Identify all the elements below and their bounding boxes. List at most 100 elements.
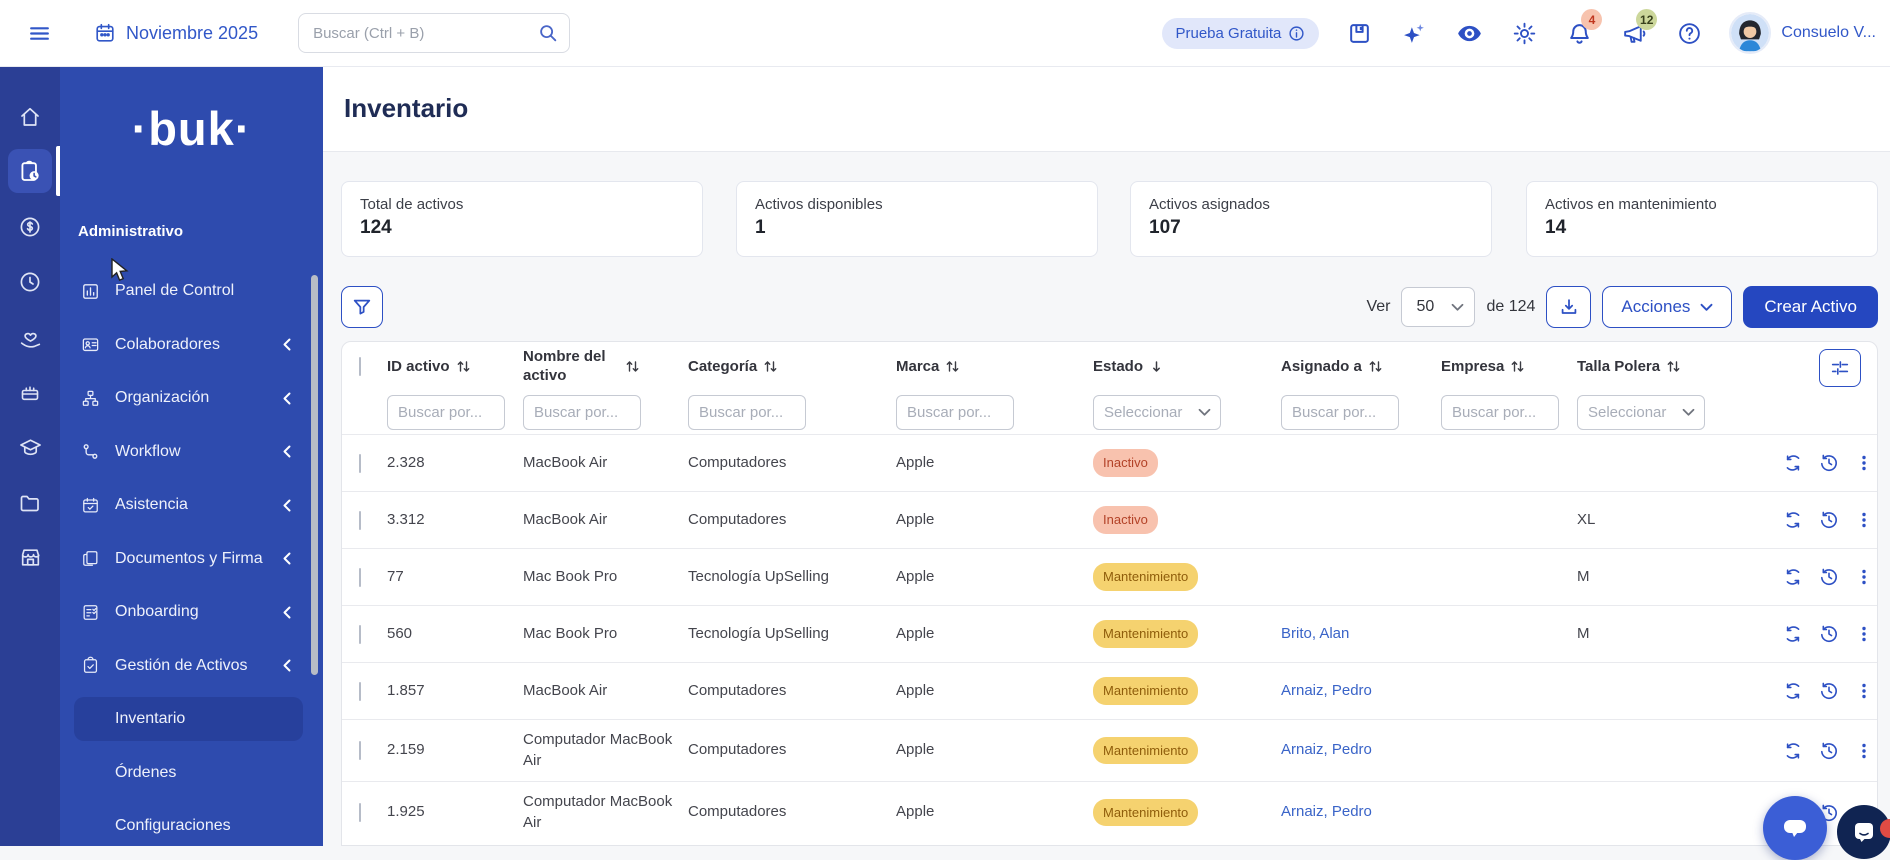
row-history-icon[interactable] <box>1819 510 1839 530</box>
rail-item-hand-heart[interactable] <box>8 317 52 361</box>
row-checkbox[interactable] <box>359 511 361 530</box>
chat-launcher-button[interactable] <box>1763 796 1827 860</box>
sidebar-subitem-ordenes[interactable]: Órdenes <box>74 751 303 795</box>
chevron-left-icon[interactable] <box>282 392 291 405</box>
chevron-left-icon[interactable] <box>282 552 291 565</box>
bookmark-button[interactable] <box>1344 18 1374 48</box>
chevron-left-icon[interactable] <box>282 499 291 512</box>
assigned-link[interactable]: Arnaiz, Pedro <box>1281 741 1372 758</box>
filter-input-id[interactable] <box>387 395 505 430</box>
filter-input-empresa[interactable] <box>1441 395 1559 430</box>
sort-desc-icon[interactable] <box>1150 359 1163 374</box>
page-size-select[interactable]: 50 <box>1401 287 1475 327</box>
rail-item-home[interactable] <box>8 95 52 139</box>
column-header-id[interactable]: ID activo <box>387 358 523 375</box>
row-checkbox[interactable] <box>359 454 361 473</box>
row-checkbox[interactable] <box>359 682 361 701</box>
filter-input-marca[interactable] <box>896 395 1014 430</box>
sidebar-item-panel-de-control[interactable]: Panel de Control <box>60 271 323 311</box>
filter-input-nombre[interactable] <box>523 395 641 430</box>
row-history-icon[interactable] <box>1819 681 1839 701</box>
sidebar-item-colaboradores[interactable]: Colaboradores <box>60 325 323 365</box>
column-header-categoria[interactable]: Categoría <box>688 358 896 375</box>
sort-icon[interactable] <box>626 359 639 374</box>
column-header-estado[interactable]: Estado <box>1093 358 1281 375</box>
settings-button[interactable] <box>1509 18 1539 48</box>
row-menu-icon[interactable] <box>1855 510 1873 530</box>
filter-select-talla[interactable]: Seleccionar <box>1577 395 1705 430</box>
row-menu-icon[interactable] <box>1855 624 1873 644</box>
sidebar-item-workflow[interactable]: Workflow <box>60 432 323 472</box>
row-history-icon[interactable] <box>1819 567 1839 587</box>
sidebar-item-organizacion[interactable]: Organización <box>60 378 323 418</box>
sidebar-item-gestion-de-activos[interactable]: Gestión de Activos <box>60 646 323 686</box>
rail-item-clipboard-clock[interactable] <box>8 149 52 193</box>
row-refresh-icon[interactable] <box>1783 567 1803 587</box>
sort-icon[interactable] <box>1369 359 1382 374</box>
sidebar-item-onboarding[interactable]: Onboarding <box>60 592 323 632</box>
view-mode-button[interactable] <box>1454 18 1484 48</box>
crear-activo-button[interactable]: Crear Activo <box>1743 286 1878 328</box>
sort-icon[interactable] <box>764 359 777 374</box>
row-menu-icon[interactable] <box>1855 681 1873 701</box>
ai-assistant-button[interactable] <box>1399 18 1429 48</box>
row-checkbox[interactable] <box>359 803 361 822</box>
rail-item-storefront[interactable] <box>8 535 52 579</box>
filter-select-estado[interactable]: Seleccionar <box>1093 395 1221 430</box>
rail-item-graduation-cap[interactable] <box>8 425 52 469</box>
global-search[interactable] <box>298 13 570 53</box>
filter-button[interactable] <box>341 286 383 328</box>
row-checkbox[interactable] <box>359 568 361 587</box>
row-history-icon[interactable] <box>1819 624 1839 644</box>
announcements-button[interactable]: 12 <box>1619 18 1649 48</box>
column-settings-button[interactable] <box>1819 349 1861 387</box>
filter-input-asignado[interactable] <box>1281 395 1399 430</box>
column-header-nombre[interactable]: Nombre del activo <box>523 348 688 386</box>
sidebar-scrollbar[interactable] <box>311 275 318 675</box>
period-selector[interactable]: Noviembre 2025 <box>94 22 258 44</box>
chevron-left-icon[interactable] <box>282 659 291 672</box>
menu-toggle-button[interactable] <box>22 16 56 50</box>
column-header-empresa[interactable]: Empresa <box>1441 358 1577 375</box>
download-button[interactable] <box>1546 286 1591 328</box>
chevron-left-icon[interactable] <box>282 606 291 619</box>
chevron-left-icon[interactable] <box>282 445 291 458</box>
row-checkbox[interactable] <box>359 741 361 760</box>
rail-item-clock[interactable] <box>8 260 52 304</box>
column-header-asignado[interactable]: Asignado a <box>1281 358 1441 375</box>
row-checkbox[interactable] <box>359 625 361 644</box>
assigned-link[interactable]: Arnaiz, Pedro <box>1281 803 1372 820</box>
column-header-talla[interactable]: Talla Polera <box>1577 358 1771 375</box>
sidebar-item-asistencia[interactable]: Asistencia <box>60 485 323 525</box>
acciones-button[interactable]: Acciones <box>1602 286 1732 328</box>
notifications-button[interactable]: 4 <box>1564 18 1594 48</box>
row-menu-icon[interactable] <box>1855 741 1873 761</box>
row-refresh-icon[interactable] <box>1783 681 1803 701</box>
select-all-checkbox[interactable] <box>359 357 361 376</box>
user-menu[interactable]: Consuelo V... <box>1729 12 1876 54</box>
global-search-input[interactable] <box>313 25 537 42</box>
rail-item-folder[interactable] <box>8 481 52 525</box>
filter-input-categoria[interactable] <box>688 395 806 430</box>
trial-badge[interactable]: Prueba Gratuita <box>1162 18 1320 49</box>
row-menu-icon[interactable] <box>1855 453 1873 473</box>
row-history-icon[interactable] <box>1819 453 1839 473</box>
row-history-icon[interactable] <box>1819 741 1839 761</box>
sidebar-item-documentos-y-firma[interactable]: Documentos y Firma <box>60 539 323 579</box>
sort-icon[interactable] <box>1667 359 1680 374</box>
rail-item-gift[interactable] <box>8 370 52 414</box>
row-refresh-icon[interactable] <box>1783 624 1803 644</box>
rail-item-dollar-circle[interactable] <box>8 205 52 249</box>
sidebar-subitem-inventario[interactable]: Inventario <box>74 697 303 741</box>
row-refresh-icon[interactable] <box>1783 510 1803 530</box>
row-refresh-icon[interactable] <box>1783 453 1803 473</box>
row-refresh-icon[interactable] <box>1783 741 1803 761</box>
sort-icon[interactable] <box>946 359 959 374</box>
column-header-marca[interactable]: Marca <box>896 358 1093 375</box>
sidebar-subitem-configuraciones[interactable]: Configuraciones <box>74 804 303 846</box>
assigned-link[interactable]: Brito, Alan <box>1281 625 1349 642</box>
chevron-left-icon[interactable] <box>282 338 291 351</box>
help-button[interactable] <box>1674 18 1704 48</box>
sort-icon[interactable] <box>1511 359 1524 374</box>
assigned-link[interactable]: Arnaiz, Pedro <box>1281 682 1372 699</box>
